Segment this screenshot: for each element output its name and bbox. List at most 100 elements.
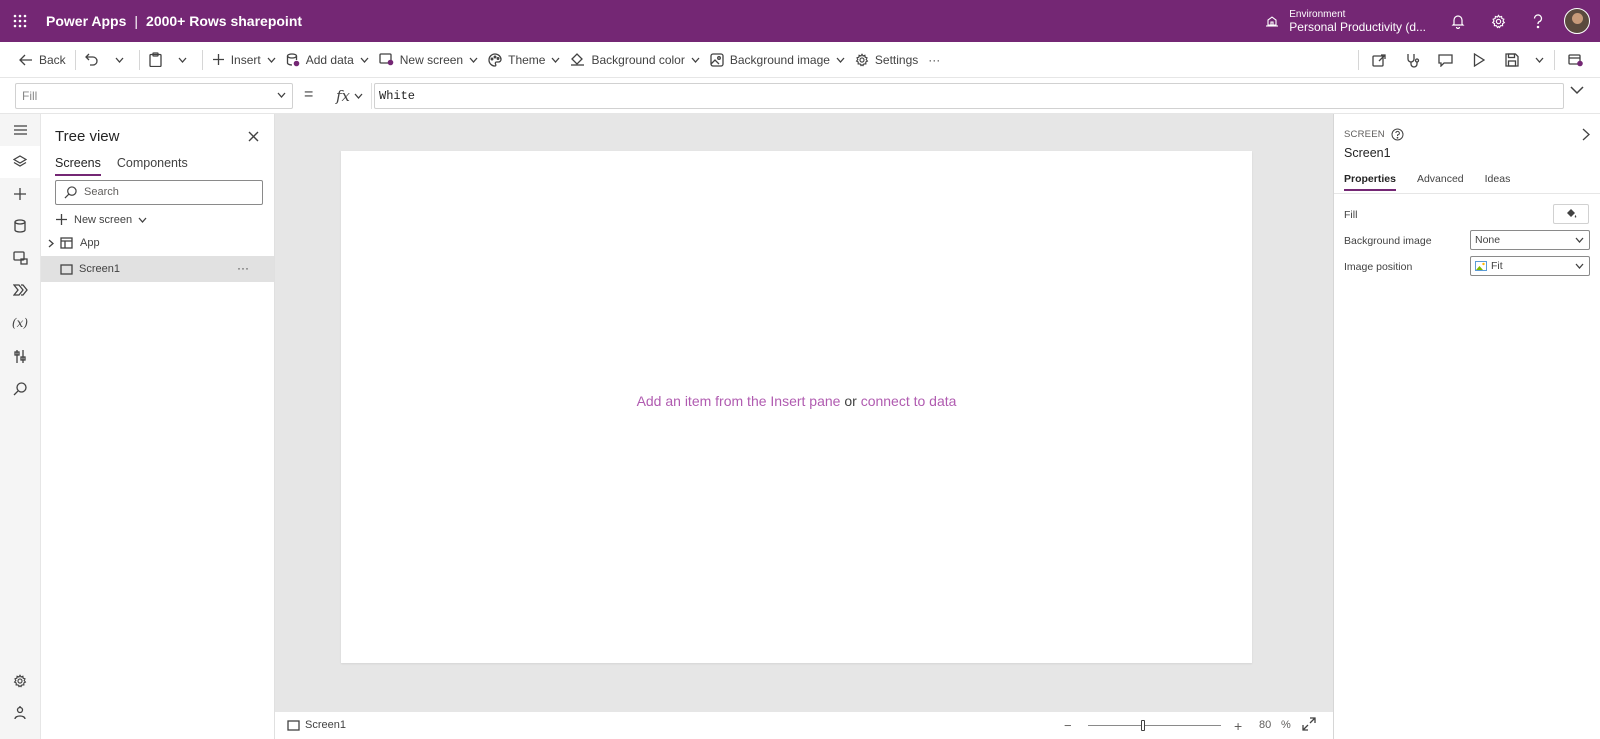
background-image-button[interactable]: Background image [705,45,850,75]
chevron-down-icon [354,93,363,99]
stethoscope-icon [1406,53,1419,68]
tree-view-pane: Tree view Screens Components Search New … [41,114,275,739]
insert-pane-link[interactable]: Add an item from the Insert pane [637,393,841,409]
media-pane-button[interactable] [0,242,40,274]
chevron-down-icon [551,57,560,63]
undo-dropdown[interactable] [110,45,135,75]
power-automate-button[interactable] [0,274,40,306]
chevron-right-icon[interactable] [48,239,54,248]
new-screen-button[interactable]: New screen [374,45,483,75]
back-button[interactable]: Back [14,45,71,75]
left-rail: (x) [0,114,41,739]
chevron-down-icon [267,57,276,63]
tree-view-title: Tree view [55,128,120,145]
screen-canvas[interactable]: Add an item from the Insert pane or conn… [341,151,1252,663]
selection-kind: SCREEN [1344,128,1404,141]
more-options-button[interactable]: ··· [237,261,249,275]
fx-icon: fx [335,87,350,105]
paint-bucket-icon [571,53,585,66]
save-dropdown[interactable] [1528,45,1550,75]
zoom-slider-thumb[interactable] [1141,720,1145,731]
tab-properties[interactable]: Properties [1344,173,1396,191]
tree-item-app[interactable]: App [41,230,274,256]
empty-canvas-hint: Add an item from the Insert pane or conn… [341,393,1252,409]
undo-button[interactable] [80,45,110,75]
paste-button[interactable] [144,45,173,75]
insert-pane-button[interactable] [0,178,40,210]
virtual-agent-button[interactable] [0,697,40,729]
fill-label: Fill [1344,209,1358,221]
save-button[interactable] [1495,45,1528,75]
background-color-label: Background color [591,52,685,67]
fit-to-window-button[interactable] [1302,717,1316,731]
close-tree-view-button[interactable] [243,126,263,146]
property-dropdown[interactable]: Fill [15,83,293,109]
fill-color-picker[interactable] [1553,204,1589,224]
expand-formula-button[interactable] [1570,86,1584,95]
current-screen-indicator[interactable]: Screen1 [287,719,346,731]
theme-button[interactable]: Theme [483,45,565,75]
publish-button[interactable] [1559,45,1592,75]
chevron-down-icon [115,57,124,63]
user-avatar[interactable] [1564,8,1590,34]
tab-ideas[interactable]: Ideas [1485,173,1511,191]
close-icon [248,131,258,141]
search-placeholder: Search [84,186,119,198]
divider [1334,193,1600,194]
background-image-value: None [1475,234,1501,246]
background-image-label: Background image [729,52,830,67]
share-button[interactable] [1363,45,1396,75]
tree-item-screen1[interactable]: Screen1 ··· [41,256,274,282]
add-data-button[interactable]: Add data [281,45,374,75]
insert-button[interactable]: Insert [207,45,281,75]
rail-settings-button[interactable] [0,665,40,697]
paste-dropdown[interactable] [173,45,198,75]
collapse-pane-button[interactable] [1582,128,1590,141]
notifications-button[interactable] [1438,0,1478,42]
zoom-out-button[interactable]: − [1064,718,1072,733]
formula-input[interactable]: White [374,83,1564,109]
settings-button[interactable]: Settings [850,45,923,75]
comments-button[interactable] [1429,45,1462,75]
tree-view-button[interactable] [0,146,40,178]
preview-button[interactable] [1462,45,1495,75]
image-position-dropdown[interactable]: Fit [1470,256,1590,276]
selected-control-name[interactable]: Screen1 [1344,146,1391,160]
tab-screens[interactable]: Screens [55,156,101,176]
bell-icon [1451,14,1465,29]
environment-value: Personal Productivity (d... [1289,20,1426,34]
environment-picker[interactable]: Environment Personal Productivity (d... [1265,8,1426,34]
app-checker-button[interactable] [1396,45,1429,75]
tree-search-input[interactable]: Search [55,180,263,205]
advanced-tools-button[interactable] [0,340,40,372]
background-image-dropdown[interactable]: None [1470,230,1590,250]
question-icon [1533,13,1543,28]
gear-icon [855,52,869,66]
tab-advanced[interactable]: Advanced [1417,173,1464,191]
search-pane-button[interactable] [0,373,40,405]
background-color-button[interactable]: Background color [565,45,704,75]
plus-icon [212,54,224,65]
image-icon [710,52,724,67]
variables-button[interactable]: (x) [0,307,40,339]
data-pane-button[interactable] [0,210,40,242]
app-launcher-icon[interactable] [0,0,40,42]
zoom-slider[interactable] [1088,720,1221,731]
settings-header-button[interactable] [1478,0,1518,42]
background-image-label: Background image [1344,235,1432,247]
undo-icon [84,53,98,66]
menu-toggle-button[interactable] [0,114,40,146]
environment-icon [1266,16,1279,27]
new-screen-label: New screen [399,52,464,67]
more-commands-button[interactable]: ··· [923,45,945,75]
zoom-in-button[interactable]: + [1234,718,1242,734]
help-button[interactable] [1518,0,1558,42]
divider [138,49,140,70]
zoom-value[interactable]: 80 [1259,719,1271,731]
connect-data-link[interactable]: connect to data [861,393,957,409]
tab-components[interactable]: Components [117,156,188,176]
tree-new-screen-button[interactable]: New screen [55,213,153,226]
help-circle-icon[interactable] [1391,128,1404,141]
chevron-down-icon [138,217,147,223]
function-button[interactable]: fx [328,83,372,109]
